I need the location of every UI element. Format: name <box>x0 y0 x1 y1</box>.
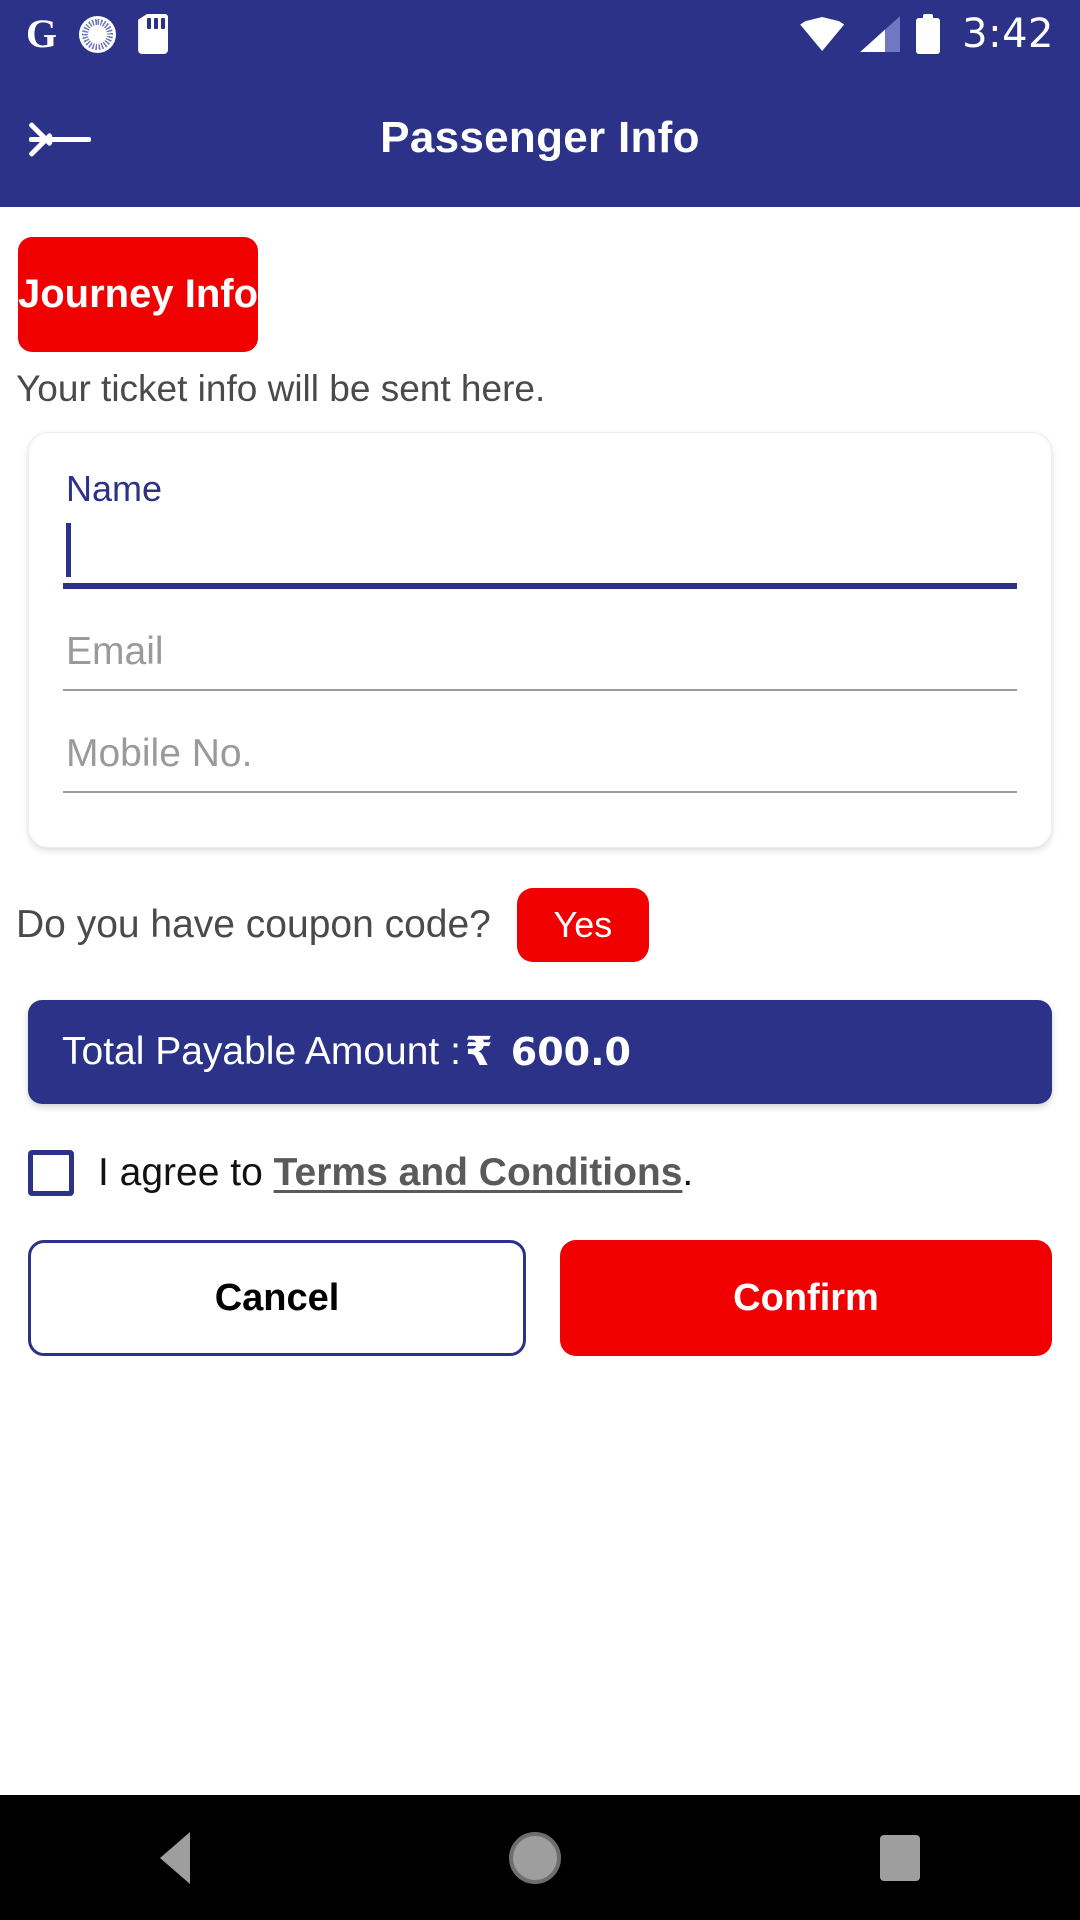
mobile-underline <box>63 791 1017 793</box>
total-payable-banner: Total Payable Amount : ₹ 600.0 <box>28 1000 1052 1104</box>
terms-text: I agree to Terms and Conditions. <box>98 1151 693 1195</box>
email-field-group: Email <box>63 613 1017 691</box>
action-buttons-row: Cancel Confirm <box>28 1240 1052 1356</box>
phone-screen: G 3:42 Passenger Info Journey Info Your … <box>0 0 1080 1920</box>
name-input[interactable] <box>63 511 1017 589</box>
rupee-icon: ₹ <box>464 1029 493 1075</box>
email-placeholder: Email <box>66 630 164 673</box>
name-field-group: Name <box>63 467 1017 589</box>
email-input[interactable]: Email <box>63 613 1017 691</box>
battery-full-icon <box>916 14 941 54</box>
status-bar-clock: 3:42 <box>962 11 1054 57</box>
sd-card-icon <box>138 14 169 54</box>
nav-home-icon[interactable] <box>508 1831 561 1884</box>
total-payable-amount: 600.0 <box>510 1030 631 1074</box>
coupon-question: Do you have coupon code? <box>16 903 491 946</box>
main-content: Journey Info Your ticket info will be se… <box>0 207 1080 1356</box>
name-label: Name <box>66 468 163 509</box>
status-bar: G 3:42 <box>0 0 1080 68</box>
app-bar: Passenger Info <box>0 68 1080 207</box>
back-arrow-icon <box>28 118 91 158</box>
page-title: Passenger Info <box>380 112 700 162</box>
coupon-yes-button[interactable]: Yes <box>516 888 649 962</box>
confirm-button[interactable]: Confirm <box>560 1240 1052 1356</box>
cell-signal-icon <box>860 16 901 52</box>
total-payable-label: Total Payable Amount : <box>62 1030 461 1073</box>
nav-recents-icon[interactable] <box>880 1834 921 1881</box>
passenger-form-card: Name Email Mobile No. <box>28 432 1052 848</box>
sync-icon <box>79 15 117 53</box>
terms-checkbox[interactable] <box>28 1150 74 1196</box>
cancel-button[interactable]: Cancel <box>28 1240 526 1356</box>
terms-suffix: . <box>682 1151 694 1194</box>
android-nav-bar <box>0 1795 1080 1920</box>
back-button[interactable] <box>0 68 120 207</box>
wifi-icon <box>800 17 845 51</box>
text-caret <box>66 523 71 577</box>
status-bar-right-icons: 3:42 <box>800 14 1054 54</box>
journey-info-button[interactable]: Journey Info <box>18 237 259 352</box>
google-g-icon: G <box>26 11 58 56</box>
terms-agreement-row: I agree to Terms and Conditions. <box>28 1150 1080 1196</box>
coupon-row: Do you have coupon code? Yes <box>16 888 1080 962</box>
mobile-input[interactable]: Mobile No. <box>63 715 1017 793</box>
nav-back-icon[interactable] <box>159 1831 190 1884</box>
terms-and-conditions-link[interactable]: Terms and Conditions <box>274 1151 683 1194</box>
terms-prefix: I agree to <box>98 1151 274 1194</box>
mobile-field-group: Mobile No. <box>63 715 1017 793</box>
status-bar-left-icons: G <box>26 11 169 56</box>
mobile-placeholder: Mobile No. <box>66 732 253 775</box>
email-underline <box>63 689 1017 691</box>
ticket-info-hint: Your ticket info will be sent here. <box>16 368 546 409</box>
name-underline <box>63 583 1017 589</box>
